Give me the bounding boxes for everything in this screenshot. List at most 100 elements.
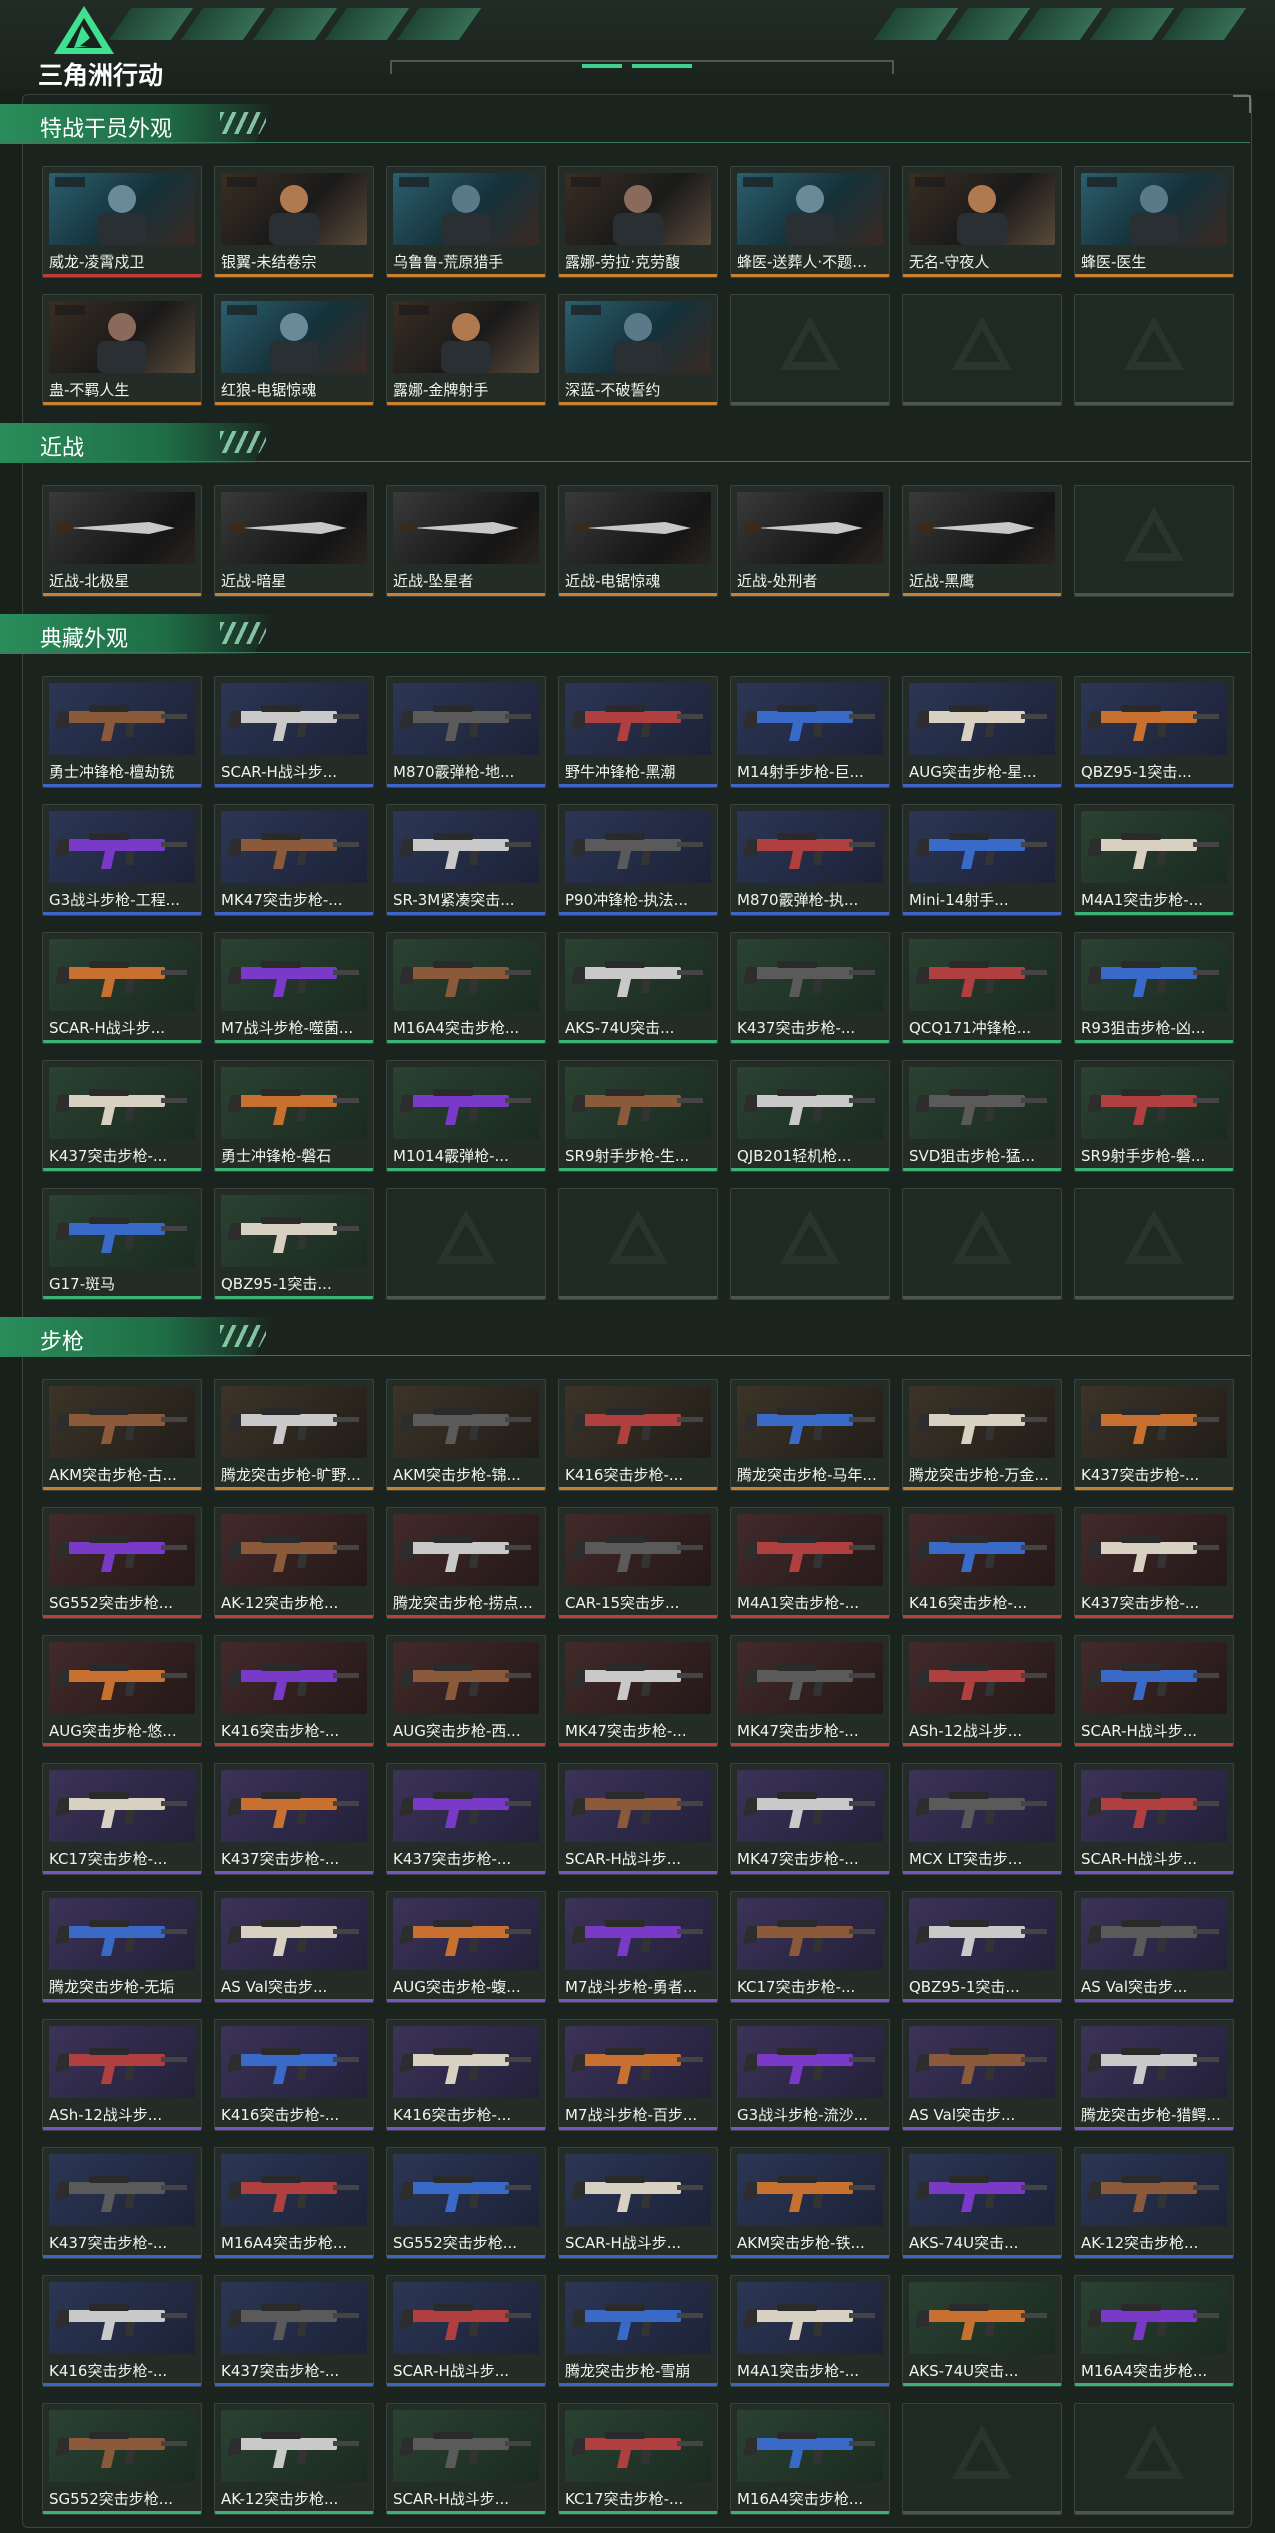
item-card[interactable]: AKS-74U突击... bbox=[558, 932, 718, 1044]
item-card[interactable]: M7战斗步枪-噬菌... bbox=[214, 932, 374, 1044]
item-card[interactable]: AKM突击步枪-古... bbox=[42, 1379, 202, 1491]
item-card[interactable]: K416突击步枪-... bbox=[214, 1635, 374, 1747]
item-card[interactable]: K416突击步枪-... bbox=[42, 2275, 202, 2387]
item-card[interactable]: K437突击步枪-... bbox=[1074, 1379, 1234, 1491]
item-card[interactable]: G3战斗步枪-流沙... bbox=[730, 2019, 890, 2131]
item-card[interactable]: QBZ95-1突击... bbox=[902, 1891, 1062, 2003]
item-card[interactable]: MK47突击步枪-... bbox=[558, 1635, 718, 1747]
item-card[interactable]: M14射手步枪-巨... bbox=[730, 676, 890, 788]
item-card[interactable]: M16A4突击步枪... bbox=[1074, 2275, 1234, 2387]
item-card[interactable]: AK-12突击步枪... bbox=[214, 2403, 374, 2515]
item-card[interactable]: ASh-12战斗步... bbox=[902, 1635, 1062, 1747]
item-card[interactable]: KC17突击步枪-... bbox=[558, 2403, 718, 2515]
item-card[interactable]: SR9射手步枪-磐... bbox=[1074, 1060, 1234, 1172]
item-card[interactable]: 近战-暗星 bbox=[214, 485, 374, 597]
item-card[interactable]: M7战斗步枪-百步... bbox=[558, 2019, 718, 2131]
item-card[interactable]: K416突击步枪-... bbox=[902, 1507, 1062, 1619]
item-card[interactable]: R93狙击步枪-凶... bbox=[1074, 932, 1234, 1044]
item-card[interactable]: QJB201轻机枪... bbox=[730, 1060, 890, 1172]
item-card[interactable]: G17-斑马 bbox=[42, 1188, 202, 1300]
item-card[interactable]: QBZ95-1突击... bbox=[214, 1188, 374, 1300]
item-card[interactable]: SCAR-H战斗步... bbox=[558, 1763, 718, 1875]
item-card[interactable]: 勇士冲锋枪-磐石 bbox=[214, 1060, 374, 1172]
item-card[interactable]: AUG突击步枪-蝮... bbox=[386, 1891, 546, 2003]
item-card[interactable]: SCAR-H战斗步... bbox=[1074, 1763, 1234, 1875]
item-card[interactable]: AKS-74U突击... bbox=[902, 2147, 1062, 2259]
item-card[interactable]: MK47突击步枪-... bbox=[214, 804, 374, 916]
item-card[interactable]: Mini-14射手... bbox=[902, 804, 1062, 916]
item-card[interactable]: SVD狙击步枪-猛... bbox=[902, 1060, 1062, 1172]
item-card[interactable]: M4A1突击步枪-... bbox=[730, 1507, 890, 1619]
item-card[interactable]: SCAR-H战斗步... bbox=[558, 2147, 718, 2259]
item-card[interactable]: 腾龙突击步枪-旷野... bbox=[214, 1379, 374, 1491]
item-card[interactable]: QCQ171冲锋枪... bbox=[902, 932, 1062, 1044]
item-card[interactable]: AUG突击步枪-悠... bbox=[42, 1635, 202, 1747]
item-card[interactable]: SCAR-H战斗步... bbox=[1074, 1635, 1234, 1747]
item-card[interactable]: 近战-坠星者 bbox=[386, 485, 546, 597]
item-card[interactable]: 乌鲁鲁-荒原猎手 bbox=[386, 166, 546, 278]
item-card[interactable]: MK47突击步枪-... bbox=[730, 1635, 890, 1747]
item-card[interactable]: 近战-电锯惊魂 bbox=[558, 485, 718, 597]
item-card[interactable]: M870霰弹枪-执... bbox=[730, 804, 890, 916]
item-card[interactable]: AK-12突击步枪... bbox=[1074, 2147, 1234, 2259]
item-card[interactable]: KC17突击步枪-... bbox=[730, 1891, 890, 2003]
item-card[interactable]: 威龙-凌霄戍卫 bbox=[42, 166, 202, 278]
item-card[interactable]: AS Val突击步... bbox=[214, 1891, 374, 2003]
item-card[interactable]: 红狼-电锯惊魂 bbox=[214, 294, 374, 406]
item-card[interactable]: 勇士冲锋枪-檀劫铳 bbox=[42, 676, 202, 788]
item-card[interactable]: CAR-15突击步... bbox=[558, 1507, 718, 1619]
item-card[interactable]: AKM突击步枪-铁... bbox=[730, 2147, 890, 2259]
item-card[interactable]: 无名-守夜人 bbox=[902, 166, 1062, 278]
item-card[interactable]: KC17突击步枪-... bbox=[42, 1763, 202, 1875]
item-card[interactable]: AKS-74U突击... bbox=[902, 2275, 1062, 2387]
item-card[interactable]: K416突击步枪-... bbox=[386, 2019, 546, 2131]
item-card[interactable]: SCAR-H战斗步... bbox=[386, 2403, 546, 2515]
item-card[interactable]: 蜂医-医生 bbox=[1074, 166, 1234, 278]
item-card[interactable]: 近战-黑鹰 bbox=[902, 485, 1062, 597]
item-card[interactable]: AUG突击步枪-西... bbox=[386, 1635, 546, 1747]
item-card[interactable]: K416突击步枪-... bbox=[214, 2019, 374, 2131]
item-card[interactable]: 腾龙突击步枪-雪崩 bbox=[558, 2275, 718, 2387]
item-card[interactable]: 蛊-不羁人生 bbox=[42, 294, 202, 406]
item-card[interactable]: M4A1突击步枪-... bbox=[1074, 804, 1234, 916]
item-card[interactable]: 野牛冲锋枪-黑潮 bbox=[558, 676, 718, 788]
item-card[interactable]: 腾龙突击步枪-马年... bbox=[730, 1379, 890, 1491]
item-card[interactable]: AS Val突击步... bbox=[1074, 1891, 1234, 2003]
item-card[interactable]: M16A4突击步枪... bbox=[386, 932, 546, 1044]
item-card[interactable]: G3战斗步枪-工程... bbox=[42, 804, 202, 916]
item-card[interactable]: 深蓝-不破誓约 bbox=[558, 294, 718, 406]
item-card[interactable]: M16A4突击步枪... bbox=[214, 2147, 374, 2259]
item-card[interactable]: K437突击步枪-... bbox=[730, 932, 890, 1044]
item-card[interactable]: M7战斗步枪-勇者... bbox=[558, 1891, 718, 2003]
item-card[interactable]: K437突击步枪-... bbox=[386, 1763, 546, 1875]
item-card[interactable]: AKM突击步枪-锦... bbox=[386, 1379, 546, 1491]
item-card[interactable]: AUG突击步枪-星... bbox=[902, 676, 1062, 788]
item-card[interactable]: 腾龙突击步枪-捞点... bbox=[386, 1507, 546, 1619]
item-card[interactable]: SG552突击步枪... bbox=[42, 2403, 202, 2515]
item-card[interactable]: SR9射手步枪-生... bbox=[558, 1060, 718, 1172]
item-card[interactable]: 腾龙突击步枪-猎鳄... bbox=[1074, 2019, 1234, 2131]
item-card[interactable]: AS Val突击步... bbox=[902, 2019, 1062, 2131]
item-card[interactable]: 蜂医-送葬人·不题… bbox=[730, 166, 890, 278]
item-card[interactable]: M870霰弹枪-地... bbox=[386, 676, 546, 788]
item-card[interactable]: SR-3M紧凑突击... bbox=[386, 804, 546, 916]
item-card[interactable]: AK-12突击步枪... bbox=[214, 1507, 374, 1619]
item-card[interactable]: 银翼-未结卷宗 bbox=[214, 166, 374, 278]
item-card[interactable]: 腾龙突击步枪-无垢 bbox=[42, 1891, 202, 2003]
item-card[interactable]: K437突击步枪-... bbox=[42, 1060, 202, 1172]
item-card[interactable]: SCAR-H战斗步... bbox=[42, 932, 202, 1044]
item-card[interactable]: 腾龙突击步枪-万金... bbox=[902, 1379, 1062, 1491]
item-card[interactable]: M4A1突击步枪-... bbox=[730, 2275, 890, 2387]
item-card[interactable]: SCAR-H战斗步... bbox=[386, 2275, 546, 2387]
item-card[interactable]: M16A4突击步枪... bbox=[730, 2403, 890, 2515]
item-card[interactable]: SCAR-H战斗步... bbox=[214, 676, 374, 788]
item-card[interactable]: K437突击步枪-... bbox=[1074, 1507, 1234, 1619]
item-card[interactable]: K416突击步枪-... bbox=[558, 1379, 718, 1491]
item-card[interactable]: 近战-处刑者 bbox=[730, 485, 890, 597]
item-card[interactable]: K437突击步枪-... bbox=[214, 2275, 374, 2387]
item-card[interactable]: QBZ95-1突击... bbox=[1074, 676, 1234, 788]
item-card[interactable]: SG552突击步枪... bbox=[42, 1507, 202, 1619]
item-card[interactable]: ASh-12战斗步... bbox=[42, 2019, 202, 2131]
item-card[interactable]: 近战-北极星 bbox=[42, 485, 202, 597]
item-card[interactable]: MK47突击步枪-... bbox=[730, 1763, 890, 1875]
